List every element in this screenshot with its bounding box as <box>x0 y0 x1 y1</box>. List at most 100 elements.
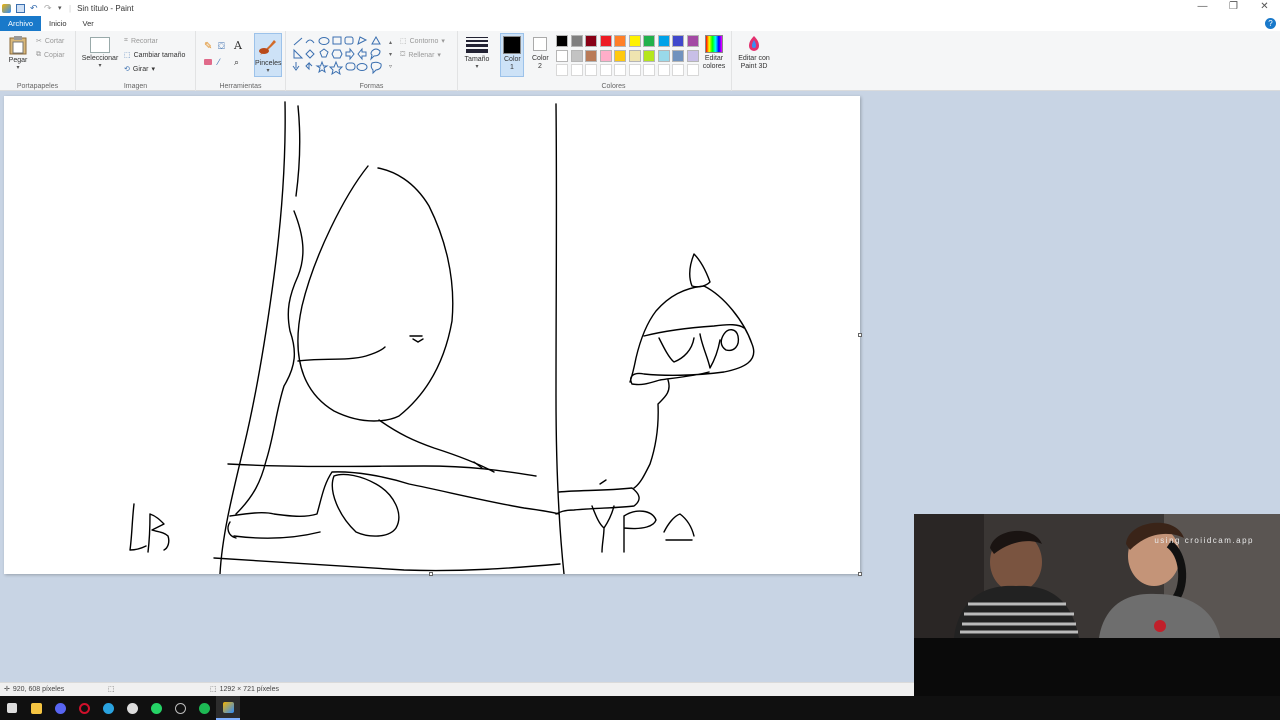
resize-button[interactable]: ⬚ Cambiar tamaño <box>124 51 185 60</box>
fill-button[interactable]: ⛋ Rellenar ▾ <box>400 51 441 59</box>
text-icon[interactable]: A <box>234 39 242 52</box>
palette-swatch[interactable] <box>614 35 626 47</box>
tab-inicio[interactable]: Inicio <box>41 16 75 31</box>
edit-colors-button[interactable]: Editar colores <box>700 35 728 71</box>
rotate-dropdown-icon[interactable]: ▾ <box>151 65 155 73</box>
palette-swatch[interactable] <box>570 35 583 47</box>
palette-swatch[interactable] <box>672 35 684 47</box>
tab-ver[interactable]: Ver <box>75 16 102 31</box>
tab-archivo[interactable]: Archivo <box>0 16 42 31</box>
palette-swatch[interactable] <box>628 49 641 62</box>
palette-swatch[interactable] <box>657 35 670 47</box>
crop-button[interactable]: ⌗ Recortar <box>124 37 158 45</box>
minimize-icon[interactable]: — <box>1187 0 1218 16</box>
palette-swatch[interactable] <box>556 49 568 62</box>
brushes-dropdown-icon[interactable]: ▾ <box>255 67 281 74</box>
palette-swatch[interactable] <box>556 64 568 76</box>
palette-swatch[interactable] <box>556 35 568 47</box>
cut-button[interactable]: ✂ Cortar <box>36 37 64 46</box>
palette-swatch[interactable] <box>628 35 641 47</box>
obs-icon[interactable] <box>120 696 144 720</box>
size-dropdown-icon[interactable]: ▾ <box>460 63 494 70</box>
ribbon-tabs: Archivo Inicio Ver ? <box>0 16 1280 31</box>
palette-swatch[interactable] <box>585 49 597 62</box>
palette-swatch[interactable] <box>657 64 670 76</box>
palette-swatch[interactable] <box>614 64 626 76</box>
eraser-icon[interactable] <box>204 59 212 65</box>
spotify-icon[interactable] <box>192 696 216 720</box>
copy-button[interactable]: ⧉ Copiar <box>36 51 65 59</box>
redo-icon[interactable]: ↷ <box>44 3 53 13</box>
brush-icon <box>259 40 276 55</box>
close-icon[interactable]: ✕ <box>1249 0 1280 16</box>
palette-swatch[interactable] <box>686 64 699 76</box>
size-button[interactable]: Tamaño ▾ <box>460 37 494 70</box>
brushes-button[interactable]: Pinceles ▾ <box>254 33 282 77</box>
resize-handle-corner[interactable] <box>858 572 862 576</box>
paste-dropdown-icon[interactable]: ▾ <box>4 64 32 71</box>
file-explorer-icon[interactable] <box>24 696 48 720</box>
opera-icon[interactable] <box>72 696 96 720</box>
palette-swatch[interactable] <box>643 49 655 62</box>
fill-icon: ⛋ <box>400 51 406 58</box>
save-icon[interactable] <box>16 3 25 13</box>
magnifier-icon[interactable]: ⌕ <box>234 57 239 68</box>
palette-swatch[interactable] <box>686 49 699 62</box>
palette-swatch[interactable] <box>643 35 655 47</box>
shapes-scroll-icon[interactable]: ▴ ▾ ▿ <box>389 37 392 73</box>
colors-group-label: Colores <box>601 83 626 90</box>
select-button[interactable]: Seleccionar ▾ <box>78 37 122 69</box>
app-icon[interactable] <box>168 696 192 720</box>
color1-label: Color 1 <box>504 56 521 71</box>
palette-swatch[interactable] <box>672 64 684 76</box>
copy-label: Copiar <box>44 51 65 59</box>
ribbon: Pegar ▾ ✂ Cortar ⧉ Copiar Portapapeles S… <box>0 31 1280 91</box>
outline-icon: ⬚ <box>400 38 407 45</box>
telegram-icon[interactable] <box>96 696 120 720</box>
palette-swatch[interactable] <box>643 64 655 76</box>
selection-icon: ⬚ <box>108 686 115 693</box>
resize-handle-right[interactable] <box>858 333 862 337</box>
palette-swatch[interactable] <box>614 49 626 62</box>
shapes-group: ▴ ▾ ▿ ⬚ Contorno ▾ ⛋ Rellenar ▾ Formas <box>286 31 458 91</box>
customize-qat-icon[interactable]: ▾ <box>58 4 67 13</box>
palette-swatch[interactable] <box>585 64 597 76</box>
paint-icon[interactable] <box>216 696 240 720</box>
palette-swatch[interactable] <box>570 64 583 76</box>
palette-swatch[interactable] <box>628 64 641 76</box>
help-icon[interactable]: ? <box>1265 18 1276 29</box>
palette-swatch[interactable] <box>672 49 684 62</box>
palette-swatch[interactable] <box>599 64 612 76</box>
shapes-gallery[interactable] <box>292 35 396 75</box>
palette-swatch[interactable] <box>599 35 612 47</box>
canvas-size: ⬚ 1292 × 721 píxeles <box>210 685 279 694</box>
paint3d-button[interactable]: Editar con Paint 3D <box>735 35 773 71</box>
color-picker-icon[interactable]: ⁄ <box>218 57 220 67</box>
select-rectangle-icon <box>90 37 110 53</box>
select-dropdown-icon[interactable]: ▾ <box>78 62 122 69</box>
palette-swatch[interactable] <box>599 49 612 62</box>
color2-button[interactable]: Color 2 <box>528 33 552 77</box>
outline-button[interactable]: ⬚ Contorno ▾ <box>400 37 445 46</box>
title-bar: ↶ ↷ ▾ | Sin título - Paint — ❐ ✕ <box>0 0 1280 16</box>
undo-icon[interactable]: ↶ <box>30 3 39 13</box>
select-label: Seleccionar <box>81 55 119 62</box>
paste-button[interactable]: Pegar ▾ <box>4 35 32 71</box>
color1-button[interactable]: Color 1 <box>500 33 524 77</box>
palette-swatch[interactable] <box>686 35 699 47</box>
rotate-button[interactable]: ⟲ Girar ▾ <box>124 65 155 74</box>
windows-start-icon[interactable] <box>0 696 24 720</box>
restore-icon[interactable]: ❐ <box>1218 0 1249 16</box>
rotate-icon: ⟲ <box>124 66 130 73</box>
palette-swatch[interactable] <box>585 35 597 47</box>
palette-swatch[interactable] <box>570 49 583 62</box>
resize-handle-bottom[interactable] <box>429 572 433 576</box>
pencil-icon[interactable]: ✎ <box>204 41 212 52</box>
discord-icon[interactable] <box>48 696 72 720</box>
fill-bucket-icon[interactable]: ⛋ <box>218 41 225 52</box>
crop-label: Recortar <box>130 37 158 45</box>
drawing-canvas[interactable] <box>4 96 862 576</box>
copy-icon: ⧉ <box>36 51 41 58</box>
whatsapp-icon[interactable] <box>144 696 168 720</box>
palette-swatch[interactable] <box>657 49 670 62</box>
